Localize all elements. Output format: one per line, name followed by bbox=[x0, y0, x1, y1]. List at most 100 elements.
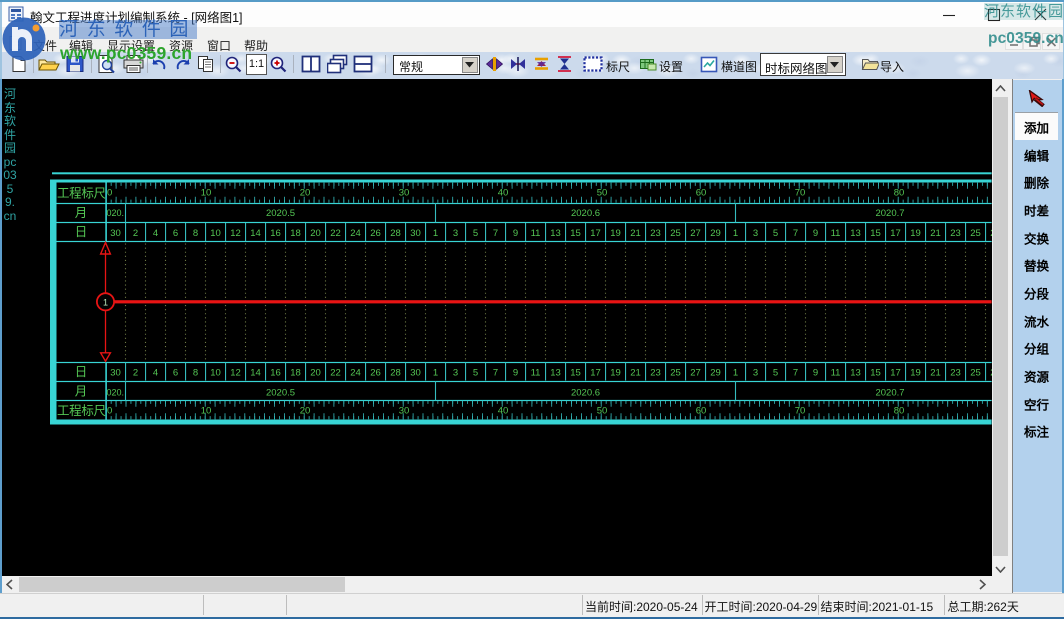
svg-text:13: 13 bbox=[850, 228, 861, 239]
svg-text:23: 23 bbox=[950, 228, 961, 239]
svg-text:19: 19 bbox=[910, 228, 921, 239]
svg-text:23: 23 bbox=[950, 367, 961, 378]
svg-text:20: 20 bbox=[310, 228, 321, 239]
svg-text:17: 17 bbox=[890, 228, 901, 239]
svg-text:2020.6: 2020.6 bbox=[571, 388, 600, 399]
svg-text:29: 29 bbox=[710, 367, 721, 378]
svg-text:2020.5: 2020.5 bbox=[266, 388, 295, 399]
svg-text:10: 10 bbox=[201, 406, 212, 417]
svg-text:1: 1 bbox=[433, 228, 438, 239]
svg-text:12: 12 bbox=[230, 367, 241, 378]
svg-text:26: 26 bbox=[370, 228, 381, 239]
svg-text:29: 29 bbox=[710, 228, 721, 239]
svg-text:16: 16 bbox=[270, 367, 281, 378]
svg-text:2020.5: 2020.5 bbox=[266, 208, 295, 219]
svg-text:5: 5 bbox=[773, 228, 778, 239]
svg-text:30: 30 bbox=[110, 228, 121, 239]
svg-text:13: 13 bbox=[550, 228, 561, 239]
svg-text:5: 5 bbox=[473, 367, 478, 378]
svg-text:4: 4 bbox=[153, 228, 158, 239]
svg-text:15: 15 bbox=[870, 367, 881, 378]
svg-text:10: 10 bbox=[210, 367, 221, 378]
svg-text:23: 23 bbox=[650, 367, 661, 378]
svg-text:50: 50 bbox=[597, 187, 608, 198]
svg-text:工程标尺: 工程标尺 bbox=[57, 403, 106, 418]
svg-text:40: 40 bbox=[498, 187, 509, 198]
svg-text:19: 19 bbox=[610, 367, 621, 378]
svg-text:020.: 020. bbox=[107, 388, 125, 398]
svg-text:70: 70 bbox=[795, 406, 806, 417]
svg-text:22: 22 bbox=[330, 228, 341, 239]
svg-text:30: 30 bbox=[410, 367, 421, 378]
svg-text:21: 21 bbox=[630, 228, 641, 239]
svg-text:8: 8 bbox=[193, 228, 198, 239]
svg-text:25: 25 bbox=[670, 228, 681, 239]
svg-text:22: 22 bbox=[330, 367, 341, 378]
svg-text:6: 6 bbox=[173, 228, 178, 239]
svg-text:5: 5 bbox=[473, 228, 478, 239]
svg-text:25: 25 bbox=[970, 228, 981, 239]
svg-text:日: 日 bbox=[75, 225, 88, 239]
svg-text:21: 21 bbox=[930, 228, 941, 239]
svg-text:13: 13 bbox=[550, 367, 561, 378]
svg-text:1: 1 bbox=[433, 367, 438, 378]
svg-text:7: 7 bbox=[793, 228, 798, 239]
svg-text:7: 7 bbox=[493, 367, 498, 378]
svg-text:0: 0 bbox=[107, 187, 112, 198]
svg-text:40: 40 bbox=[498, 406, 509, 417]
svg-text:14: 14 bbox=[250, 228, 261, 239]
svg-text:13: 13 bbox=[850, 367, 861, 378]
svg-text:11: 11 bbox=[531, 367, 541, 378]
svg-text:11: 11 bbox=[531, 228, 541, 239]
svg-text:15: 15 bbox=[870, 228, 881, 239]
svg-text:24: 24 bbox=[350, 228, 361, 239]
svg-text:9: 9 bbox=[813, 367, 818, 378]
svg-text:20: 20 bbox=[300, 187, 311, 198]
svg-text:70: 70 bbox=[795, 187, 806, 198]
svg-text:3: 3 bbox=[453, 367, 458, 378]
svg-text:50: 50 bbox=[597, 406, 608, 417]
svg-text:18: 18 bbox=[290, 367, 301, 378]
svg-text:28: 28 bbox=[390, 228, 401, 239]
svg-text:25: 25 bbox=[970, 367, 981, 378]
svg-text:21: 21 bbox=[630, 367, 641, 378]
svg-text:3: 3 bbox=[753, 367, 758, 378]
svg-text:6: 6 bbox=[173, 367, 178, 378]
svg-text:19: 19 bbox=[910, 367, 921, 378]
svg-text:月: 月 bbox=[75, 385, 88, 399]
svg-text:30: 30 bbox=[399, 406, 410, 417]
svg-text:20: 20 bbox=[310, 367, 321, 378]
svg-text:30: 30 bbox=[399, 187, 410, 198]
svg-text:10: 10 bbox=[210, 228, 221, 239]
svg-text:7: 7 bbox=[493, 228, 498, 239]
svg-text:24: 24 bbox=[350, 367, 361, 378]
svg-text:27: 27 bbox=[690, 228, 701, 239]
svg-text:19: 19 bbox=[610, 228, 621, 239]
svg-text:0: 0 bbox=[107, 406, 112, 417]
svg-text:4: 4 bbox=[153, 367, 158, 378]
svg-text:17: 17 bbox=[890, 367, 901, 378]
svg-text:9: 9 bbox=[813, 228, 818, 239]
svg-text:11: 11 bbox=[831, 367, 841, 378]
svg-text:1: 1 bbox=[733, 367, 738, 378]
svg-text:月: 月 bbox=[75, 206, 88, 220]
svg-text:80: 80 bbox=[894, 406, 905, 417]
svg-text:8: 8 bbox=[193, 367, 198, 378]
svg-text:2020.6: 2020.6 bbox=[571, 208, 600, 219]
svg-text:020.: 020. bbox=[107, 208, 125, 218]
svg-text:5: 5 bbox=[773, 367, 778, 378]
svg-text:1: 1 bbox=[103, 297, 108, 307]
svg-text:16: 16 bbox=[270, 228, 281, 239]
svg-text:20: 20 bbox=[300, 406, 311, 417]
svg-text:15: 15 bbox=[570, 228, 581, 239]
svg-text:日: 日 bbox=[75, 365, 88, 379]
svg-text:15: 15 bbox=[570, 367, 581, 378]
svg-text:1: 1 bbox=[733, 228, 738, 239]
svg-text:30: 30 bbox=[410, 228, 421, 239]
svg-text:17: 17 bbox=[590, 367, 601, 378]
svg-text:60: 60 bbox=[696, 187, 707, 198]
svg-text:11: 11 bbox=[831, 228, 841, 239]
svg-text:12: 12 bbox=[230, 228, 241, 239]
svg-text:30: 30 bbox=[110, 367, 121, 378]
svg-text:17: 17 bbox=[590, 228, 601, 239]
